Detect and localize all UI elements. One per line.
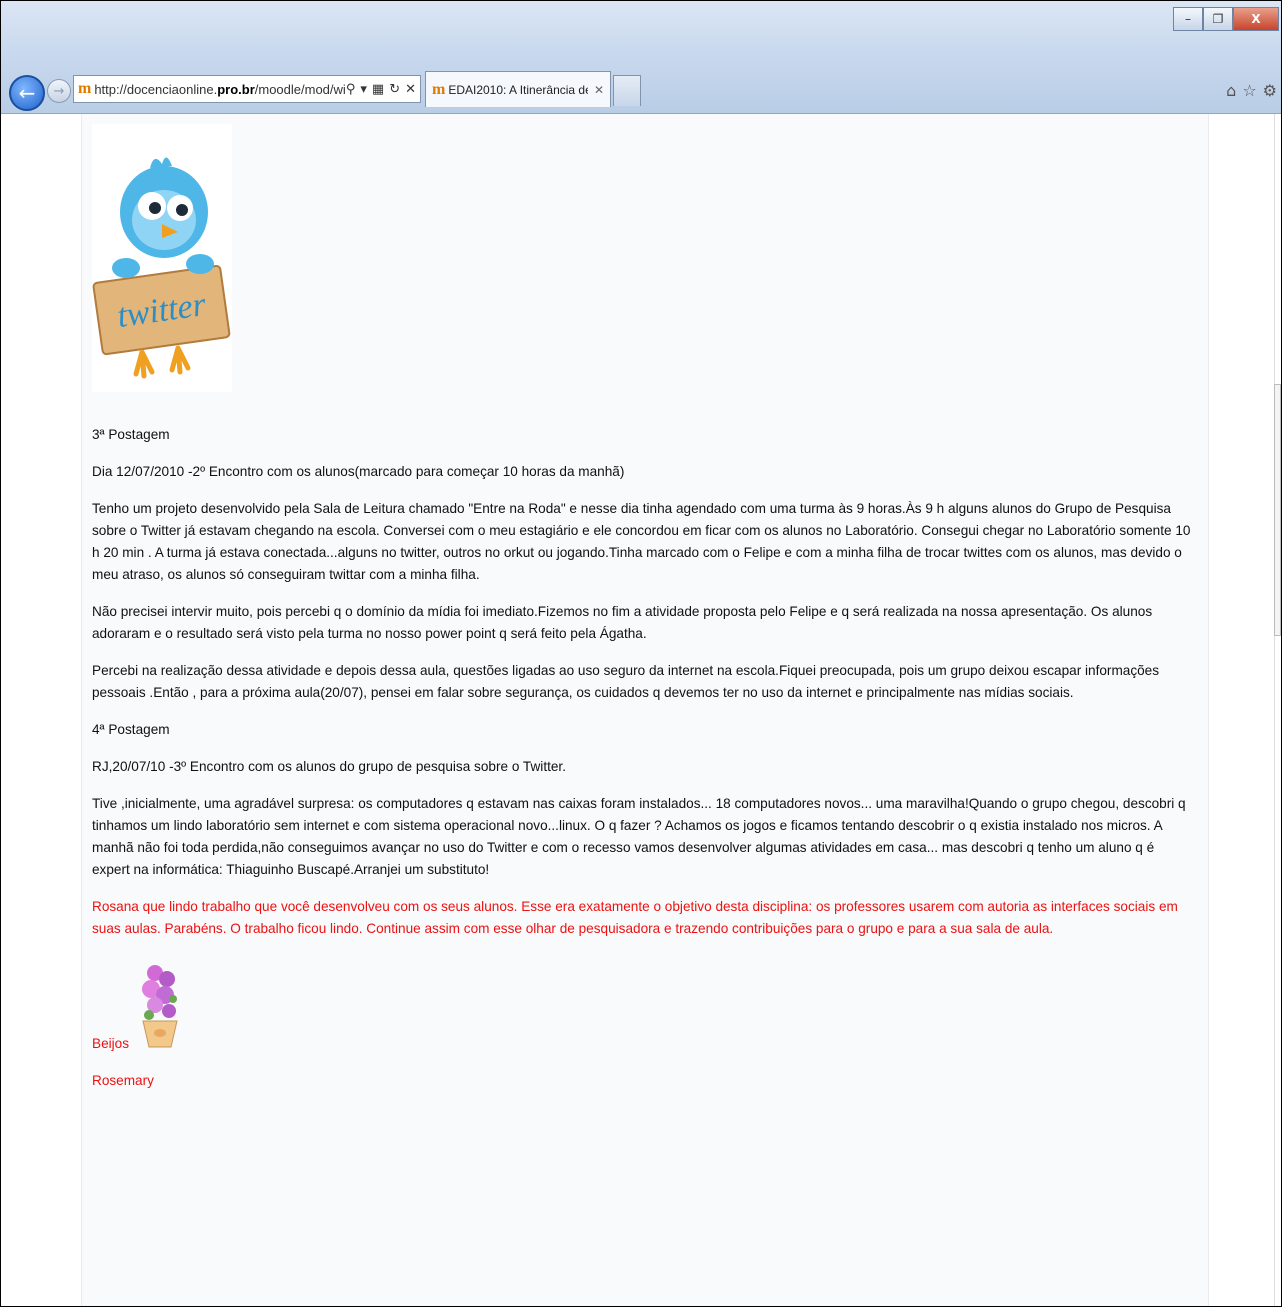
closing-text: Beijos: [92, 1036, 130, 1051]
moodle-favicon-icon: m: [78, 80, 92, 97]
post3-heading: 3ª Postagem: [92, 427, 170, 442]
wiki-body: twitter 3ª Postagem Dia 12/07/2010 -2º E…: [92, 124, 1192, 1107]
browser-tab[interactable]: m EDAI2010: A Itinerância de ... ✕: [425, 71, 611, 107]
toolbar-icons: ⌂ ☆ ⚙: [1226, 81, 1277, 100]
url-text[interactable]: http://docenciaonline.pro.br/moodle/mod/…: [94, 82, 346, 97]
vertical-scrollbar[interactable]: [1274, 114, 1281, 1306]
twitter-bird-image: twitter: [92, 124, 232, 392]
signature: Rosemary: [92, 1073, 154, 1088]
closing-line: Beijos: [92, 955, 1192, 1055]
post4-heading: 4ª Postagem: [92, 722, 170, 737]
address-bar[interactable]: m http://docenciaonline.pro.br/moodle/mo…: [73, 75, 421, 103]
close-icon[interactable]: X: [1233, 7, 1279, 31]
wiki-content: twitter 3ª Postagem Dia 12/07/2010 -2º E…: [81, 114, 1209, 1306]
tab-title: EDAI2010: A Itinerância de ...: [448, 82, 588, 97]
post3-paragraph-1: Tenho um projeto desenvolvido pela Sala …: [92, 501, 1191, 582]
refresh-icon[interactable]: ↻: [389, 82, 400, 97]
page-viewport: twitter 3ª Postagem Dia 12/07/2010 -2º E…: [1, 114, 1281, 1306]
url-domain: pro.br: [217, 81, 255, 97]
stop-icon[interactable]: ✕: [405, 82, 416, 97]
post3-paragraph-2: Não precisei intervir muito, pois perceb…: [92, 604, 1153, 641]
post3-paragraph-3: Percebi na realização dessa atividade e …: [92, 663, 1160, 700]
url-suffix: /moodle/mod/wiki: [254, 81, 346, 97]
tab-close-icon[interactable]: ✕: [588, 83, 610, 97]
restore-icon[interactable]: ❐: [1203, 7, 1233, 31]
post4-paragraph-1: Tive ,inicialmente, uma agradável surpre…: [92, 796, 1186, 877]
teacher-comment: Rosana que lindo trabalho que você desen…: [92, 899, 1178, 936]
dropdown-icon[interactable]: ▾: [360, 82, 367, 97]
url-prefix: http://docenciaonline.: [94, 81, 218, 97]
forward-button[interactable]: →: [47, 79, 71, 103]
browser-window: – ❐ X ← → m http://docenciaonline.pro.br…: [0, 0, 1282, 1307]
compatibility-icon[interactable]: ▦: [372, 82, 384, 97]
back-button[interactable]: ←: [9, 75, 45, 111]
address-bar-icons: ⚲ ▾ ▦ ↻ ✕: [346, 82, 420, 97]
scrollbar-thumb[interactable]: [1274, 384, 1281, 636]
post3-date: Dia 12/07/2010 -2º Encontro com os aluno…: [92, 464, 625, 479]
new-tab-button[interactable]: [613, 75, 641, 106]
window-controls: – ❐ X: [1173, 7, 1279, 31]
search-icon[interactable]: ⚲: [346, 82, 356, 97]
home-icon[interactable]: ⌂: [1226, 81, 1236, 100]
star-icon[interactable]: ☆: [1242, 81, 1256, 100]
arrow-right-icon: →: [53, 83, 65, 99]
arrow-left-icon: ←: [18, 81, 36, 105]
post4-date: RJ,20/07/10 -3º Encontro com os alunos d…: [92, 759, 566, 774]
minimize-icon[interactable]: –: [1173, 7, 1203, 31]
browser-chrome: – ❐ X ← → m http://docenciaonline.pro.br…: [1, 1, 1281, 114]
flower-pot-image: [133, 955, 185, 1055]
moodle-favicon-icon: m: [432, 80, 446, 98]
gear-icon[interactable]: ⚙: [1263, 81, 1277, 100]
